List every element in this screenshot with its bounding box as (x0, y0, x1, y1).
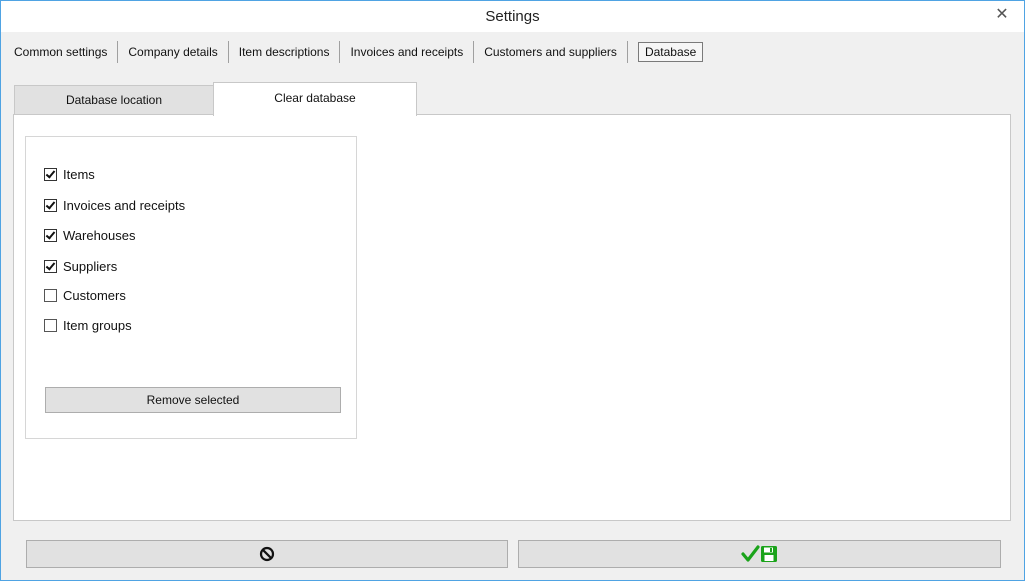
checkbox-label: Suppliers (63, 258, 118, 274)
checkbox-invoices-and-receipts[interactable]: Invoices and receipts (44, 197, 185, 213)
checkbox-unchecked-icon[interactable] (44, 318, 57, 332)
tab-label: Company details (128, 45, 218, 59)
checkbox-label: Items (63, 166, 95, 182)
window-title: Settings (485, 8, 540, 25)
checkbox-warehouses[interactable]: Warehouses (44, 227, 136, 243)
tab-label: Common settings (14, 45, 108, 59)
checkbox-label: Invoices and receipts (63, 197, 186, 213)
close-icon[interactable]: ✕ (988, 4, 1016, 26)
settings-window: Settings ✕ Common settings Company detai… (0, 0, 1025, 581)
tab-database[interactable]: Database (628, 41, 713, 63)
checkbox-label: Customers (63, 287, 126, 303)
tab-invoices-and-receipts[interactable]: Invoices and receipts (340, 41, 475, 63)
remove-selected-button[interactable]: Remove selected (45, 387, 341, 413)
tab-common-settings[interactable]: Common settings (1, 41, 119, 63)
checkbox-label: Warehouses (63, 227, 136, 243)
checkbox-checked-icon[interactable] (44, 259, 57, 273)
title-bar: Settings ✕ (1, 1, 1024, 32)
tab-customers-and-suppliers[interactable]: Customers and suppliers (474, 41, 628, 63)
checkbox-suppliers[interactable]: Suppliers (44, 258, 117, 274)
clear-options-group: Items Invoices and receipts Warehouses S… (25, 136, 357, 439)
clear-database-panel: Items Invoices and receipts Warehouses S… (13, 114, 1011, 521)
checkbox-checked-icon[interactable] (44, 228, 57, 242)
checkbox-checked-icon[interactable] (44, 167, 57, 181)
tab-label: Database (637, 42, 704, 62)
checkbox-checked-icon[interactable] (44, 198, 57, 212)
checkbox-items[interactable]: Items (44, 166, 95, 182)
cancel-button[interactable] (26, 540, 508, 568)
subtab-clear-database[interactable]: Clear database (213, 82, 417, 116)
cancel-circle-icon (259, 546, 275, 562)
tab-label: Item descriptions (238, 45, 330, 59)
checkbox-unchecked-icon[interactable] (44, 288, 57, 302)
save-button[interactable] (518, 540, 1001, 568)
subtab-database-location[interactable]: Database location (14, 85, 214, 115)
checkbox-label: Item groups (63, 317, 132, 333)
tab-label: Invoices and receipts (350, 45, 464, 59)
tab-company-details[interactable]: Company details (118, 41, 229, 63)
top-tab-bar: Common settings Company details Item des… (1, 41, 713, 63)
tab-item-descriptions[interactable]: Item descriptions (229, 41, 341, 63)
check-save-icon (740, 545, 777, 562)
checkbox-item-groups[interactable]: Item groups (44, 317, 132, 333)
checkbox-customers[interactable]: Customers (44, 287, 126, 303)
tab-label: Customers and suppliers (484, 45, 617, 59)
